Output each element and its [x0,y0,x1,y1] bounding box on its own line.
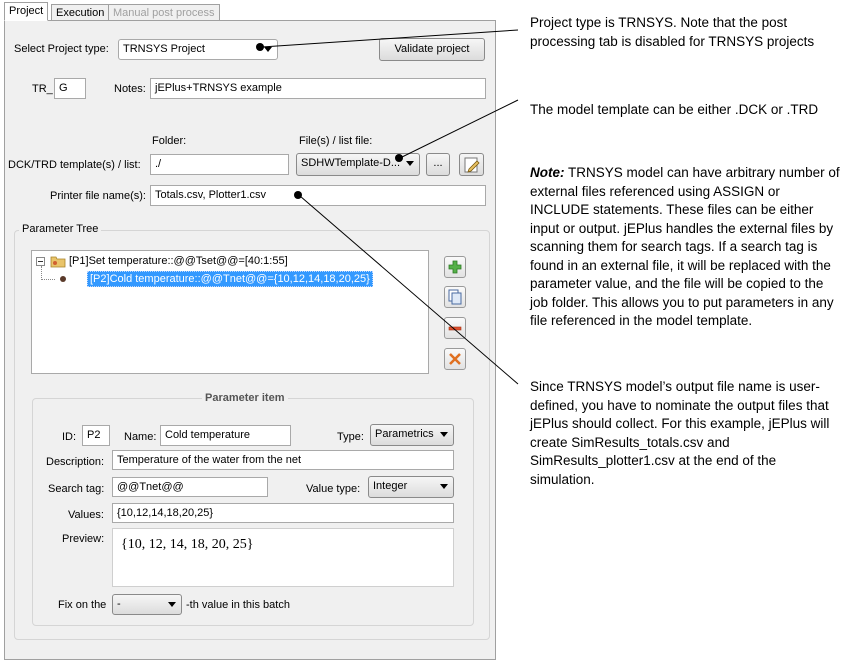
callout-lines [256,29,519,385]
annotation-project-type: Project type is TRNSYS. Note that the po… [530,15,815,49]
annotation-template: The model template can be either .DCK or… [530,102,819,117]
callout-dot-1 [256,43,264,51]
annotation-output-files: Since TRNSYS model’s output file name is… [530,379,830,487]
annotation-external-files: Note: TRNSYS model can have arbitrary nu… [530,164,840,331]
callout-line-2 [399,99,519,159]
callout-dot-2 [395,154,403,162]
tab-project[interactable]: Project [4,2,49,21]
callout-line-3 [299,195,519,385]
annotation-note-text: TRNSYS model can have arbitrary number o… [530,165,840,328]
callout-dot-3 [294,191,302,199]
annotation-note-label: Note: [530,165,565,180]
callout-line-1 [261,29,519,48]
